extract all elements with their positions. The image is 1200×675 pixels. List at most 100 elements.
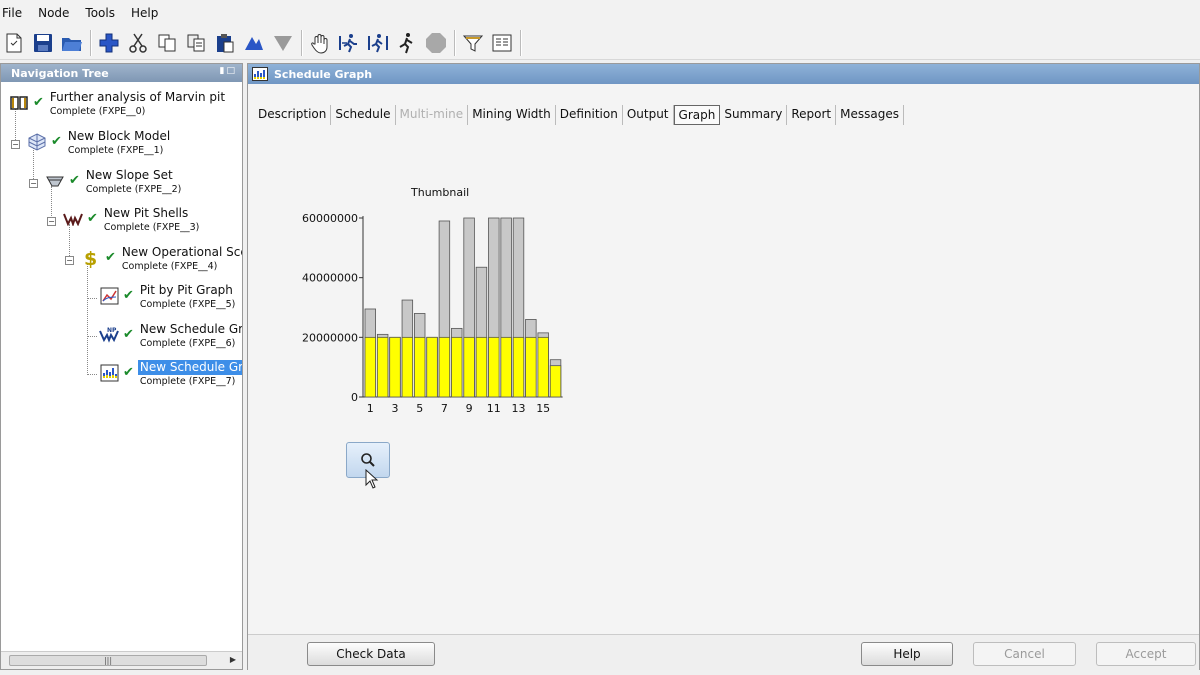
tree-node-title: New Block Model xyxy=(67,129,171,143)
menu-tools[interactable]: Tools xyxy=(77,0,123,26)
bar-yellow xyxy=(500,336,512,398)
tree-node-project[interactable]: ✔ Further analysis of Marvin pit Complete… xyxy=(9,90,225,124)
collapse-toggle[interactable]: − xyxy=(65,256,74,265)
tab-graph[interactable]: Graph xyxy=(673,105,721,125)
x-tick-label: 9 xyxy=(466,402,473,415)
tab-definition[interactable]: Definition xyxy=(556,105,623,125)
tree-node-title: New Schedule Grap xyxy=(137,360,242,375)
thumbnail-chart[interactable]: 02000000040000000600000001 3 5 7 9 11 13 15 xyxy=(298,204,578,424)
tree-node-schedule-graph-7[interactable]: ✔ New Schedule GrapComplete (FXPE__7) xyxy=(99,360,242,394)
y-tick-label: 0 xyxy=(351,391,358,404)
bar-yellow xyxy=(438,336,451,398)
svg-text:$: $ xyxy=(84,248,97,268)
cut-icon[interactable] xyxy=(124,29,151,57)
schedule-graph-title: Schedule Graph xyxy=(274,67,373,81)
tab-summary[interactable]: Summary xyxy=(720,105,788,125)
bar-yellow xyxy=(401,336,414,398)
y-tick-label: 20000000 xyxy=(302,331,358,344)
block-model-icon xyxy=(27,132,47,152)
accept-button: Accept xyxy=(1096,642,1196,666)
graph-icon xyxy=(99,286,119,306)
tree-node-title: Pit by Pit Graph xyxy=(139,283,233,297)
tree-node-title: New Operational Scena xyxy=(121,245,242,259)
bar-yellow xyxy=(549,365,562,398)
panel-window-controls[interactable]: ▮□ xyxy=(220,66,237,76)
menu-file[interactable]: File xyxy=(0,0,30,26)
menu-node[interactable]: Node xyxy=(30,0,77,26)
run-forward-icon[interactable] xyxy=(335,29,362,57)
paste-icon[interactable] xyxy=(182,29,209,57)
x-tick-label: 13 xyxy=(512,402,526,415)
stop-icon[interactable] xyxy=(422,29,449,57)
tree-connector xyxy=(87,298,97,299)
bar-yellow xyxy=(426,336,438,398)
tree-node-status: Complete (FXPE__5) xyxy=(139,299,236,310)
x-tick-label: 7 xyxy=(441,402,448,415)
dollar-icon: $ xyxy=(81,248,101,268)
collapse-toggle[interactable]: − xyxy=(11,140,20,149)
collapse-toggle[interactable]: − xyxy=(47,217,56,226)
mouse-pointer-icon xyxy=(365,469,379,489)
complete-check-icon: ✔ xyxy=(33,95,44,110)
tab-output[interactable]: Output xyxy=(623,105,674,125)
scrollbar-thumb[interactable]: ||| xyxy=(9,655,207,666)
x-tick-label: 11 xyxy=(487,402,501,415)
tree-node-title: New Schedule Grap xyxy=(139,322,242,336)
triangle-down-icon[interactable] xyxy=(269,29,296,57)
tree-node-slope-set[interactable]: ✔ New Slope Set Complete (FXPE__2) xyxy=(45,168,181,202)
tab-messages[interactable]: Messages xyxy=(836,105,904,125)
clipboard-icon[interactable] xyxy=(211,29,238,57)
x-tick-label: 5 xyxy=(416,402,423,415)
tree-node-status: Complete (FXPE__3) xyxy=(103,222,200,233)
toolbar-separator xyxy=(301,29,303,56)
schedule-graph-header: Schedule Graph xyxy=(248,64,1199,84)
schedule-graph-panel: Schedule Graph Description Schedule Mult… xyxy=(247,63,1200,670)
tab-report[interactable]: Report xyxy=(787,105,837,125)
funnel-icon[interactable] xyxy=(459,29,486,57)
magnifier-icon xyxy=(361,453,375,467)
menu-help[interactable]: Help xyxy=(123,0,166,26)
complete-check-icon: ✔ xyxy=(123,288,134,303)
navigation-panel-header: Navigation Tree ▮□ xyxy=(1,64,242,82)
tree-node-operational-scenario[interactable]: $ ✔ New Operational Scena Complete (FXPE_… xyxy=(81,245,242,279)
tree-node-schedule-graph-6[interactable]: NP ✔ New Schedule Grap Complete (FXPE__6) xyxy=(99,322,242,356)
slope-icon xyxy=(45,171,65,191)
help-button[interactable]: Help xyxy=(861,642,953,666)
tab-description[interactable]: Description xyxy=(254,105,332,125)
bar-yellow xyxy=(364,336,377,398)
tab-mining-width[interactable]: Mining Width xyxy=(468,105,556,125)
bar-yellow xyxy=(414,336,426,398)
run-person-icon[interactable] xyxy=(393,29,420,57)
tab-schedule[interactable]: Schedule xyxy=(331,105,396,125)
open-folder-icon[interactable] xyxy=(58,29,85,57)
save-icon[interactable] xyxy=(29,29,56,57)
tree-node-status: Complete (FXPE__2) xyxy=(85,184,182,195)
scroll-right-arrow-icon[interactable]: ▶ xyxy=(230,655,236,664)
book-icon xyxy=(9,93,29,113)
bar-yellow xyxy=(451,336,463,398)
navigation-tree: − − − − ✔ Further analysis of Marvin pit… xyxy=(1,83,242,651)
tree-node-status: Complete (FXPE__0) xyxy=(49,106,146,117)
add-node-icon[interactable] xyxy=(95,29,122,57)
tree-node-status: Complete (FXPE__7) xyxy=(139,376,236,387)
hand-icon[interactable] xyxy=(306,29,333,57)
horizontal-scrollbar[interactable]: ||| ▶ xyxy=(1,651,242,669)
copy-icon[interactable] xyxy=(153,29,180,57)
triangle-up-icon[interactable] xyxy=(240,29,267,57)
cancel-button: Cancel xyxy=(973,642,1076,666)
pit-shell-icon xyxy=(63,209,83,229)
tree-node-pit-shells[interactable]: ✔ New Pit Shells Complete (FXPE__3) xyxy=(63,206,199,240)
schedule-np-icon: NP xyxy=(99,325,119,345)
tree-node-pit-by-pit-graph[interactable]: ✔ Pit by Pit Graph Complete (FXPE__5) xyxy=(99,283,235,317)
run-range-icon[interactable] xyxy=(364,29,391,57)
notes-icon[interactable] xyxy=(488,29,515,57)
chart-title: Thumbnail xyxy=(411,186,470,199)
menu-bar: File Node Tools Help xyxy=(0,0,1200,26)
toolbar xyxy=(0,26,1200,60)
complete-check-icon: ✔ xyxy=(105,250,116,265)
collapse-toggle[interactable]: − xyxy=(29,179,38,188)
new-file-icon[interactable] xyxy=(0,29,27,57)
tree-node-block-model[interactable]: ✔ New Block Model Complete (FXPE__1) xyxy=(27,129,170,163)
toolbar-separator xyxy=(520,29,522,56)
check-data-button[interactable]: Check Data xyxy=(307,642,435,666)
